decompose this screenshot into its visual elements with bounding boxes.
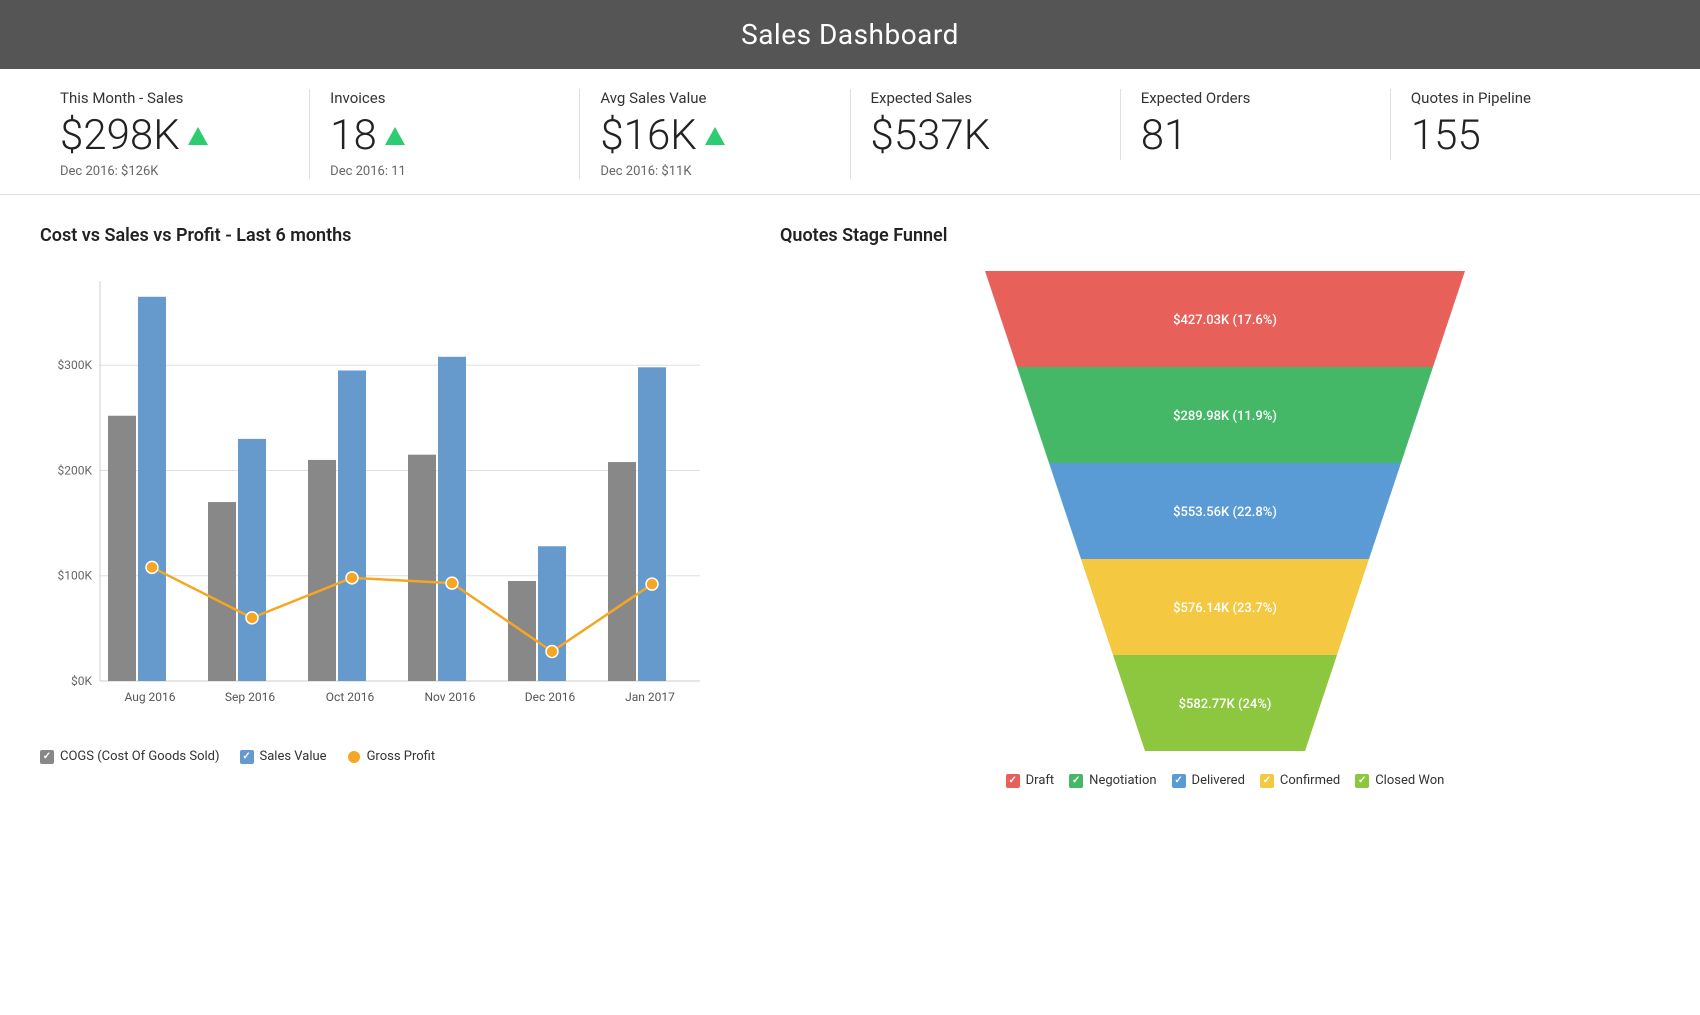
funnel-legend-label: Closed Won — [1375, 773, 1444, 788]
svg-text:$200K: $200K — [57, 463, 92, 477]
bar-chart-legend: ✓ COGS (Cost Of Goods Sold) ✓ Sales Value Gr… — [40, 749, 720, 764]
funnel-legend-label: Negotiation — [1089, 773, 1156, 788]
legend-label: Gross Profit — [367, 749, 436, 764]
funnel-svg: $427.03K (17.6%) $289.98K (11.9%) $553.56K… — [950, 261, 1500, 761]
funnel-legend: ✓ Draft ✓ Negotiation ✓ Delivered ✓ Conf… — [1006, 773, 1445, 788]
funnel-legend-icon: ✓ — [1069, 774, 1083, 788]
svg-text:$553.56K (22.8%): $553.56K (22.8%) — [1173, 505, 1277, 520]
svg-text:Dec 2016: Dec 2016 — [525, 690, 576, 704]
svg-text:Aug 2016: Aug 2016 — [124, 690, 175, 704]
kpi-label: Invoices — [330, 89, 559, 107]
svg-text:$427.03K (17.6%): $427.03K (17.6%) — [1173, 313, 1277, 328]
legend-item: Gross Profit — [347, 749, 436, 764]
kpi-label: Expected Orders — [1141, 89, 1370, 107]
svg-text:Oct 2016: Oct 2016 — [326, 690, 375, 704]
funnel-legend-item: ✓ Draft — [1006, 773, 1055, 788]
kpi-label: Expected Sales — [871, 89, 1100, 107]
svg-text:Nov 2016: Nov 2016 — [424, 690, 475, 704]
kpi-quotes-in-pipeline: Quotes in Pipeline 155 — [1391, 89, 1660, 160]
legend-icon: ✓ — [40, 750, 54, 764]
kpi-row: This Month - Sales $298K Dec 2016: $126K… — [0, 69, 1700, 195]
funnel-legend-label: Confirmed — [1280, 773, 1340, 788]
funnel-legend-label: Draft — [1026, 773, 1055, 788]
kpi-value: 81 — [1141, 111, 1370, 160]
kpi-value: $16K — [600, 111, 829, 160]
funnel-legend-icon: ✓ — [1172, 774, 1186, 788]
funnel-legend-icon: ✓ — [1006, 774, 1020, 788]
svg-text:$582.77K (24%): $582.77K (24%) — [1179, 697, 1272, 712]
kpi-value: 155 — [1411, 111, 1640, 160]
kpi-subtext: Dec 2016: 11 — [330, 164, 559, 179]
trend-up-icon — [188, 127, 208, 145]
svg-text:Sep 2016: Sep 2016 — [225, 690, 275, 704]
funnel-legend-item: ✓ Delivered — [1172, 773, 1245, 788]
page-header: Sales Dashboard — [0, 0, 1700, 69]
kpi-label: Avg Sales Value — [600, 89, 829, 107]
kpi-expected-orders: Expected Orders 81 — [1121, 89, 1391, 160]
funnel-legend-item: ✓ Confirmed — [1260, 773, 1340, 788]
kpi-label: Quotes in Pipeline — [1411, 89, 1640, 107]
funnel-legend-item: ✓ Closed Won — [1355, 773, 1444, 788]
kpi-value: $537K — [871, 111, 1100, 160]
legend-label: COGS (Cost Of Goods Sold) — [60, 749, 220, 764]
funnel-title: Quotes Stage Funnel — [780, 225, 1670, 246]
kpi-this-month-sales: This Month - Sales $298K Dec 2016: $126K — [40, 89, 310, 179]
funnel-legend-icon: ✓ — [1355, 774, 1369, 788]
funnel-legend-icon: ✓ — [1260, 774, 1274, 788]
svg-text:$576.14K (23.7%): $576.14K (23.7%) — [1173, 601, 1277, 616]
main-content: Cost vs Sales vs Profit - Last 6 months … — [0, 195, 1700, 1015]
kpi-subtext: Dec 2016: $126K — [60, 164, 289, 179]
kpi-value: $298K — [60, 111, 289, 160]
kpi-avg-sales-value: Avg Sales Value $16K Dec 2016: $11K — [580, 89, 850, 179]
bar-chart-title: Cost vs Sales vs Profit - Last 6 months — [40, 225, 720, 246]
legend-icon — [347, 750, 361, 764]
funnel-panel: Quotes Stage Funnel $427.03K (17.6%) $289… — [750, 215, 1700, 995]
legend-label: Sales Value — [260, 749, 327, 764]
svg-text:Jan 2017: Jan 2017 — [625, 690, 675, 704]
page-title: Sales Dashboard — [741, 18, 959, 51]
trend-up-icon — [705, 127, 725, 145]
bar-chart-panel: Cost vs Sales vs Profit - Last 6 months … — [0, 215, 750, 995]
legend-icon: ✓ — [240, 750, 254, 764]
svg-text:$0K: $0K — [71, 674, 92, 688]
kpi-expected-sales: Expected Sales $537K — [851, 89, 1121, 160]
trend-up-icon — [385, 127, 405, 145]
svg-text:$100K: $100K — [57, 569, 92, 583]
svg-text:$289.98K (11.9%): $289.98K (11.9%) — [1173, 409, 1277, 424]
funnel-legend-item: ✓ Negotiation — [1069, 773, 1156, 788]
kpi-subtext: Dec 2016: $11K — [600, 164, 829, 179]
kpi-label: This Month - Sales — [60, 89, 289, 107]
kpi-invoices: Invoices 18 Dec 2016: 11 — [310, 89, 580, 179]
legend-item: ✓ Sales Value — [240, 749, 327, 764]
bar-chart-area: $0K $100K $200K $300K Aug 2016 Sep 2016 Oct 20… — [40, 261, 720, 741]
kpi-value: 18 — [330, 111, 559, 160]
funnel-container: $427.03K (17.6%) $289.98K (11.9%) $553.56K… — [780, 261, 1670, 985]
funnel-legend-label: Delivered — [1192, 773, 1245, 788]
bar-chart-svg: $0K $100K $200K $300K Aug 2016 Sep 2016 Oct 20… — [40, 261, 720, 741]
legend-item: ✓ COGS (Cost Of Goods Sold) — [40, 749, 220, 764]
svg-text:$300K: $300K — [57, 358, 92, 372]
